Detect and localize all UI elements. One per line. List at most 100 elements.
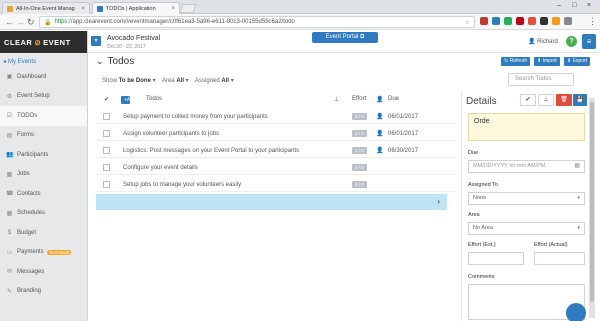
sidebar-item-messages[interactable]: ✉ Messages — [0, 262, 87, 282]
new-tab-button[interactable] — [179, 4, 197, 13]
todo-text[interactable]: Assign volunteer participants to jobs — [123, 131, 219, 137]
refresh-button[interactable]: ↻ Refresh — [501, 57, 531, 66]
calendar-icon[interactable]: ▦ — [574, 161, 580, 172]
pin-button[interactable]: ⊥ — [538, 94, 554, 106]
todo-checkbox[interactable] — [103, 181, 110, 188]
sidebar-item-branding[interactable]: ✎ Branding — [0, 282, 87, 302]
todo-checkbox[interactable] — [103, 113, 110, 120]
table-row[interactable]: Logistics: Post messages on your Event P… — [96, 144, 456, 158]
details-scrollbar[interactable] — [589, 98, 595, 318]
todo-title-input[interactable]: Orde — [468, 113, 585, 141]
sidebar-item-budget[interactable]: $ Budget — [0, 223, 87, 243]
event-title: Avocado Festival — [107, 35, 161, 42]
sidebar-item-payments[interactable]: ▭ Payments Test Mode — [0, 243, 87, 263]
sidebar-item-label: Payments — [17, 249, 44, 256]
area-filter[interactable]: Area All ▾ — [162, 78, 189, 84]
extension-icon[interactable] — [552, 17, 560, 25]
table-row[interactable]: Setup payment to collect money from your… — [96, 110, 456, 124]
effort-est-input[interactable] — [468, 252, 524, 265]
pinterest-icon[interactable] — [516, 17, 524, 25]
extension-icon[interactable] — [540, 17, 548, 25]
extension-icon[interactable] — [564, 17, 572, 25]
scrollbar-thumb[interactable] — [590, 102, 594, 302]
due-date: 06/01/2017 — [388, 131, 419, 137]
sidebar-item-label: TODOs — [17, 112, 38, 119]
window-close-icon[interactable]: × — [587, 2, 591, 9]
event-portal-button[interactable]: Event Portal ⧉ — [312, 32, 378, 43]
comments-label: Comments — [468, 274, 495, 280]
add-todo-button[interactable]: + Add — [121, 96, 136, 104]
close-tab-icon[interactable]: × — [171, 6, 175, 12]
event-menu-icon[interactable]: ▾ — [91, 36, 101, 46]
effort-actual-input[interactable] — [534, 252, 585, 265]
help-button[interactable]: ? — [566, 36, 577, 47]
import-button[interactable]: ⬆ Import — [534, 57, 560, 66]
main-content: ⌄ Todos ↻ Refresh ⬆ Import ⬇ Export Show… — [88, 53, 600, 321]
extension-icon[interactable] — [528, 17, 536, 25]
sidebar-item-label: Branding — [17, 288, 42, 295]
delete-button[interactable]: 🗑 — [556, 94, 572, 106]
effort-badge: 1 / 2 — [352, 147, 367, 154]
branding-icon: ✎ — [6, 288, 13, 295]
bookmark-star-icon[interactable]: ☆ — [465, 19, 470, 26]
maximize-icon[interactable]: □ — [572, 2, 576, 9]
sidebar-item-label: Messages — [17, 268, 45, 275]
export-button[interactable]: ⬇ Export — [564, 57, 591, 66]
todo-checkbox[interactable] — [103, 164, 110, 171]
check-all-icon[interactable]: ✔ — [104, 96, 109, 103]
chevron-down-icon[interactable]: ⌄ — [96, 56, 104, 67]
sidebar-item-label: Dashboard — [17, 73, 47, 80]
area-select[interactable]: No Area ▾ — [468, 222, 585, 235]
search-input[interactable]: Search Todos — [508, 73, 574, 86]
assigned-to-select[interactable]: None ▾ — [468, 192, 585, 205]
todo-checkbox[interactable] — [103, 130, 110, 137]
extension-icon[interactable] — [480, 17, 488, 25]
todo-text[interactable]: Logistics: Post messages on your Event P… — [123, 148, 299, 154]
todo-checkbox[interactable] — [103, 147, 110, 154]
browser-tab-1[interactable]: TODOs | Application × — [92, 2, 180, 14]
hamburger-menu-button[interactable]: ≡ — [582, 34, 596, 49]
todo-text[interactable]: Configure your event details — [123, 165, 198, 171]
url-scheme: https:// — [54, 19, 73, 25]
filters-bar: Show To be Done ▾ Area All ▾ Assigned Al… — [102, 77, 234, 84]
close-tab-icon[interactable]: × — [81, 6, 85, 12]
url-input[interactable]: 🔒 https:// app.clearevent.com/#eventmana… — [39, 16, 475, 28]
show-filter[interactable]: Show To be Done ▾ — [102, 78, 156, 84]
table-row[interactable]: Setup jobs to manage your volunteers eas… — [96, 178, 456, 192]
table-row[interactable]: Assign volunteer participants to jobs 0 /… — [96, 127, 456, 141]
todo-text[interactable]: Setup jobs to manage your volunteers eas… — [123, 182, 241, 188]
sidebar-item-label: Budget — [17, 229, 37, 236]
reload-icon[interactable]: ↻ — [27, 16, 35, 28]
browser-tab-0[interactable]: All-In-One Event Manag × — [2, 2, 90, 14]
sidebar-item-contacts[interactable]: ☎ Contacts — [0, 184, 87, 204]
sidebar-item-event-setup[interactable]: ⚙ Event Setup — [0, 87, 87, 107]
extension-icon[interactable] — [492, 17, 500, 25]
browser-menu-icon[interactable]: ⋮ — [588, 15, 597, 27]
sidebar-item-todos[interactable]: ☑ TODOs — [0, 106, 87, 126]
due-date-input[interactable]: MM/DD/YYYY hh:mm AM/PM ▦ — [468, 160, 585, 173]
todo-text[interactable]: Setup payment to collect money from your… — [123, 114, 268, 120]
sidebar-item-participants[interactable]: 👥 Participants — [0, 145, 87, 165]
back-icon[interactable]: ← — [5, 16, 14, 28]
user-menu[interactable]: 👤 Richard — [528, 38, 558, 45]
complete-button[interactable]: ✔ — [520, 94, 536, 106]
sidebar-item-forms[interactable]: ▤ Forms — [0, 126, 87, 146]
save-button[interactable]: 💾 — [573, 94, 587, 106]
new-todo-row[interactable]: › — [96, 194, 447, 210]
minimize-icon[interactable]: – — [557, 2, 561, 9]
extension-icon[interactable] — [504, 17, 512, 25]
sidebar-nav-list: ▣ Dashboard ⚙ Event Setup ☑ TODOs ▤ Forms 👥 Parti… — [0, 67, 87, 301]
my-events-link[interactable]: ◂ My Events — [0, 56, 87, 67]
assigned-filter[interactable]: Assigned All ▾ — [195, 78, 234, 84]
page-title-text: Todos — [107, 56, 135, 67]
chevron-right-icon[interactable]: › — [437, 197, 440, 206]
chat-bubble-button[interactable] — [566, 303, 586, 321]
checklist-icon: ☑ — [6, 113, 13, 120]
table-row[interactable]: Configure your event details 0 / 0 — [96, 161, 456, 175]
person-icon: 👤 — [376, 114, 384, 120]
sidebar-item-dashboard[interactable]: ▣ Dashboard — [0, 67, 87, 87]
sidebar-item-schedules[interactable]: ▦ Schedules — [0, 204, 87, 224]
forward-icon[interactable]: → — [16, 16, 25, 28]
col-effort-header: Effort — [352, 96, 367, 102]
sidebar-item-jobs[interactable]: ▦ Jobs — [0, 165, 87, 185]
